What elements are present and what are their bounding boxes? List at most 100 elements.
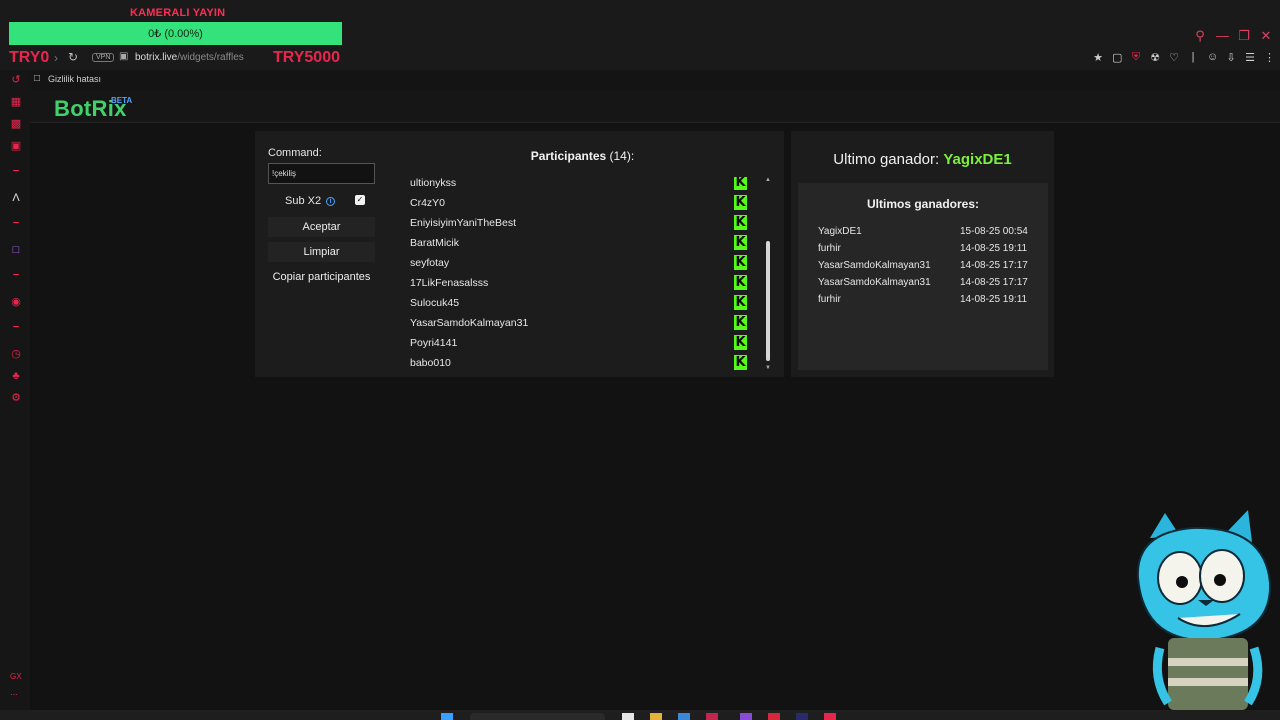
pin-icon[interactable]: ★ [1093, 51, 1103, 64]
info-icon[interactable]: i [326, 196, 336, 206]
extensions-icon[interactable]: ♣ [9, 369, 23, 383]
goal-start-label: TRY0 [9, 49, 50, 66]
more-icon[interactable]: ⋯ [10, 690, 18, 699]
rail-divider [13, 222, 19, 223]
address-bar[interactable]: botrix.live/widgets/raffles [135, 52, 244, 63]
participant-name: Poyri4141 [410, 337, 458, 349]
chevron-right-icon[interactable]: › [54, 51, 58, 65]
accept-button[interactable]: Aceptar [268, 217, 375, 237]
winner-date: 14-08-25 17:17 [960, 260, 1028, 271]
kick-icon: K [734, 335, 747, 350]
copy-participants-button[interactable]: Copiar participantes [268, 267, 375, 287]
mascot-shirt-stripe [1168, 678, 1248, 686]
clock-icon[interactable]: ◷ [9, 347, 23, 361]
menu-icon[interactable]: ☰ [1245, 51, 1255, 64]
bookmark-bar: □ Gizlilik hatası [30, 70, 1280, 90]
kick-icon: K [734, 177, 747, 190]
messenger-icon[interactable]: ▣ [9, 139, 23, 153]
lock-icon[interactable]: ▣ [119, 51, 128, 62]
tab-icon[interactable]: ▢ [1112, 51, 1122, 64]
gx-icon[interactable]: GX [10, 672, 22, 681]
document-icon: □ [34, 73, 41, 84]
table-row: YasarSamdoKalmayan31 14-08-25 17:17 [818, 277, 1038, 293]
winner-name: YasarSamdoKalmayan31 [818, 260, 931, 271]
app-icon[interactable] [740, 713, 752, 720]
kick-icon: K [734, 235, 747, 250]
task-view-icon[interactable] [622, 713, 634, 720]
history-icon[interactable]: ↺ [9, 73, 23, 87]
profile-icon[interactable]: ☺ [1207, 51, 1218, 64]
last-winner: Ultimo ganador: YagixDE1 [791, 151, 1054, 168]
mascot-character-image [1136, 510, 1272, 710]
clear-button[interactable]: Limpiar [268, 242, 375, 262]
beta-badge: BETA [111, 96, 133, 105]
participant-name: babo010 [410, 357, 451, 369]
translate-icon[interactable]: ☢ [1150, 51, 1160, 64]
vpn-badge[interactable]: VPN [92, 53, 115, 62]
goal-end-label: TRY5000 [273, 49, 340, 66]
start-icon[interactable] [441, 713, 453, 720]
url-host: botrix.live [135, 52, 178, 63]
kick-icon: K [734, 215, 747, 230]
scroll-up-icon[interactable]: ▲ [764, 177, 772, 183]
participant-name: EniyisiyimYaniTheBest [410, 217, 517, 229]
winner-name: YagixDE1 [818, 226, 862, 237]
list-item: Cr4zY0 K [395, 194, 755, 214]
app-icon[interactable] [796, 713, 808, 720]
list-item: 17LikFenasalsss K [395, 274, 755, 294]
minimize-icon[interactable]: — [1216, 28, 1229, 44]
table-row: furhir 14-08-25 19:11 [818, 294, 1038, 310]
app-icon[interactable] [768, 713, 780, 720]
os-taskbar [0, 710, 1280, 720]
player-icon[interactable]: ◉ [9, 295, 23, 309]
scroll-thumb[interactable] [766, 241, 770, 361]
kick-icon: K [734, 355, 747, 370]
app-icon[interactable] [824, 713, 836, 720]
bookmark-item-privacy-error[interactable]: Gizlilik hatası [48, 74, 101, 84]
sub-label: Sub X2 [285, 195, 322, 207]
twitch-icon[interactable]: □ [9, 243, 23, 257]
participants-list[interactable]: ultionykss K Cr4zY0 K EniyisiyimYaniTheB… [395, 177, 772, 371]
table-row: YasarSamdoKalmayan31 14-08-25 17:17 [818, 260, 1038, 276]
rail-divider [13, 274, 19, 275]
list-item: EniyisiyimYaniTheBest K [395, 214, 755, 234]
folder-icon[interactable] [650, 713, 662, 720]
heart-icon[interactable]: ♡ [1169, 51, 1179, 64]
mascot-pupil-right [1214, 574, 1226, 586]
opera-icon[interactable] [706, 713, 718, 720]
participants-scrollbar[interactable]: ▲ ▼ [764, 177, 772, 371]
maximize-icon[interactable]: ❐ [1238, 28, 1250, 44]
address-row: TRY0 › ↻ VPN ▣ botrix.live/widgets/raffl… [0, 46, 1280, 70]
shop-icon[interactable]: ▦ [9, 95, 23, 109]
winner-name: furhir [818, 294, 841, 305]
separator-icon: | [1191, 51, 1195, 63]
participant-name: 17LikFenasalsss [410, 277, 489, 289]
winners-panel: Ultimo ganador: YagixDE1 Ultimos ganador… [791, 131, 1054, 377]
search-icon[interactable]: ⚲ [1194, 28, 1206, 44]
winner-date: 14-08-25 19:11 [960, 294, 1028, 305]
shield-icon[interactable]: ⛨ [1131, 51, 1141, 64]
chat-icon[interactable]: ▩ [9, 117, 23, 131]
more-icon[interactable]: ⋮ [1264, 51, 1275, 64]
settings-icon[interactable]: ⚙ [9, 391, 23, 405]
reload-icon[interactable]: ↻ [68, 50, 78, 64]
donation-goal-bar: 0₺ (0.00%) [9, 22, 342, 45]
browser-toolbar: ★ ▢ ⛨ ☢ ♡ | ☺ ⇩ ☰ ⋮ [1093, 51, 1275, 64]
command-input[interactable] [268, 163, 375, 184]
sub-x2-checkbox[interactable]: ✓ [355, 195, 365, 205]
participant-name: YasarSamdoKalmayan31 [410, 317, 529, 329]
mascot-shirt [1168, 638, 1248, 710]
list-item: seyfotay K [395, 254, 755, 274]
close-icon[interactable]: ✕ [1260, 28, 1272, 44]
participants-title: Participantes (14): [395, 149, 770, 163]
download-icon[interactable]: ⇩ [1226, 51, 1236, 64]
scroll-down-icon[interactable]: ▼ [764, 365, 772, 371]
aria-icon[interactable]: Λ [9, 191, 23, 205]
kick-icon: K [734, 315, 747, 330]
donation-goal-text: 0₺ (0.00%) [148, 28, 203, 40]
last-winner-label: Ultimo ganador: [833, 151, 940, 168]
site-header: BotRix BETA [30, 90, 1280, 123]
command-label: Command: [268, 147, 322, 159]
store-icon[interactable] [678, 713, 690, 720]
taskbar-search[interactable] [470, 713, 605, 720]
